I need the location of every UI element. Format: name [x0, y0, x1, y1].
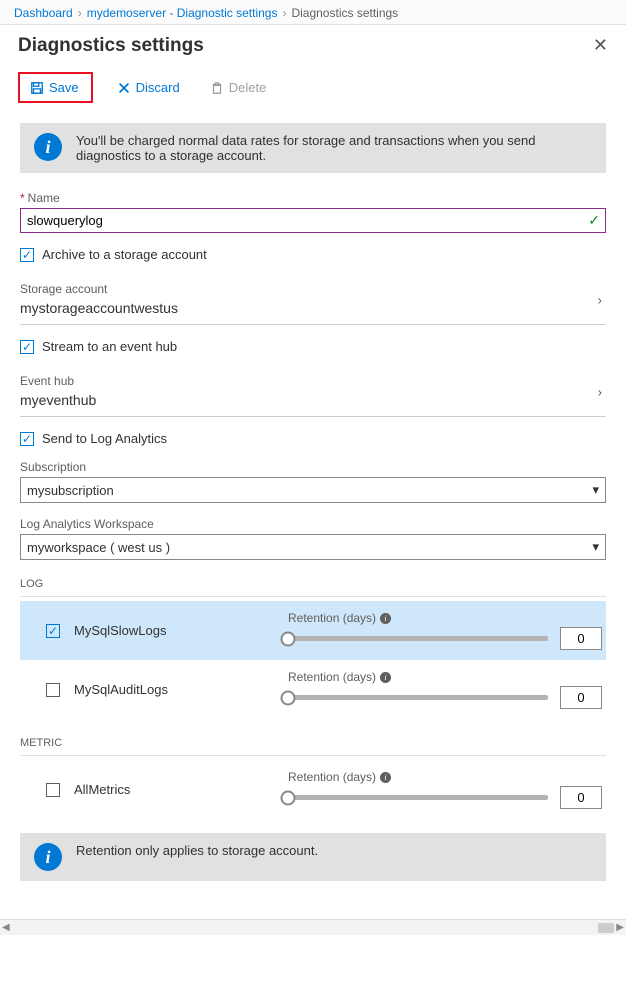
log-row-mysqlauditlogs: MySqlAuditLogs Retention (days) i — [20, 660, 606, 719]
la-checkbox-row[interactable]: Send to Log Analytics — [20, 431, 606, 446]
close-icon[interactable]: ✕ — [589, 31, 612, 60]
horizontal-scrollbar[interactable]: ◀ ▶ — [0, 919, 626, 935]
retention-label: Retention (days) i — [288, 770, 602, 784]
slider-thumb[interactable] — [281, 790, 296, 805]
discard-icon — [117, 81, 131, 95]
scroll-left-icon[interactable]: ◀ — [2, 922, 10, 933]
retention-slider[interactable] — [288, 636, 548, 641]
chevron-right-icon: › — [282, 6, 286, 20]
chevron-right-icon: › — [598, 293, 602, 308]
save-button-highlight: Save — [18, 72, 93, 103]
metric-section-header: METRIC — [20, 737, 606, 756]
required-star: * — [20, 191, 25, 205]
toolbar: Save Discard Delete — [0, 66, 626, 113]
retention-slider[interactable] — [288, 795, 548, 800]
workspace-label: Log Analytics Workspace — [20, 517, 606, 531]
metric-name: AllMetrics — [74, 782, 274, 797]
breadcrumb-server[interactable]: mydemoserver - Diagnostic settings — [87, 6, 278, 20]
info-icon[interactable]: i — [380, 772, 391, 783]
retention-input[interactable] — [560, 786, 602, 809]
workspace-select[interactable]: myworkspace ( west us ) ▾ — [20, 534, 606, 560]
breadcrumb: Dashboard › mydemoserver - Diagnostic se… — [0, 0, 626, 25]
info-text: Retention only applies to storage accoun… — [76, 843, 318, 858]
chevron-right-icon: › — [598, 385, 602, 400]
storage-account-picker[interactable]: Storage account mystorageaccountwestus › — [20, 276, 606, 325]
event-hub-label: Event hub — [20, 374, 606, 388]
name-label: *Name — [20, 191, 606, 205]
storage-account-value: mystorageaccountwestus — [20, 300, 606, 316]
la-label: Send to Log Analytics — [42, 431, 167, 446]
la-checkbox[interactable] — [20, 432, 34, 446]
workspace-value: myworkspace ( west us ) — [27, 540, 170, 555]
delete-label: Delete — [229, 80, 267, 95]
breadcrumb-dashboard[interactable]: Dashboard — [14, 6, 73, 20]
event-hub-value: myeventhub — [20, 392, 606, 408]
info-icon: i — [34, 133, 62, 161]
scroll-right-icon[interactable]: ▶ — [616, 922, 624, 933]
stream-checkbox[interactable] — [20, 340, 34, 354]
breadcrumb-current: Diagnostics settings — [291, 6, 398, 20]
save-label: Save — [49, 80, 79, 95]
save-button[interactable]: Save — [24, 76, 85, 99]
metric-checkbox[interactable] — [46, 783, 60, 797]
metric-row-allmetrics: AllMetrics Retention (days) i — [20, 760, 606, 819]
blade-header: Diagnostics settings ✕ — [0, 25, 626, 66]
log-name: MySqlSlowLogs — [74, 623, 274, 638]
scrollbar-thumb[interactable] — [598, 923, 614, 933]
storage-account-label: Storage account — [20, 282, 606, 296]
log-checkbox[interactable] — [46, 683, 60, 697]
page-title: Diagnostics settings — [18, 35, 204, 57]
retention-slider[interactable] — [288, 695, 548, 700]
info-text: You'll be charged normal data rates for … — [76, 133, 592, 163]
save-icon — [30, 81, 44, 95]
discard-button[interactable]: Discard — [111, 76, 186, 99]
discard-label: Discard — [136, 80, 180, 95]
delete-icon — [210, 81, 224, 95]
log-section-header: LOG — [20, 578, 606, 597]
subscription-select[interactable]: mysubscription ▾ — [20, 477, 606, 503]
slider-thumb[interactable] — [281, 690, 296, 705]
archive-label: Archive to a storage account — [42, 247, 207, 262]
retention-input[interactable] — [560, 686, 602, 709]
chevron-down-icon: ▾ — [592, 539, 599, 555]
archive-checkbox-row[interactable]: Archive to a storage account — [20, 247, 606, 262]
event-hub-picker[interactable]: Event hub myeventhub › — [20, 368, 606, 417]
log-name: MySqlAuditLogs — [74, 682, 274, 697]
stream-checkbox-row[interactable]: Stream to an event hub — [20, 339, 606, 354]
stream-label: Stream to an event hub — [42, 339, 177, 354]
archive-checkbox[interactable] — [20, 248, 34, 262]
chevron-down-icon: ▾ — [592, 482, 599, 498]
log-checkbox[interactable] — [46, 624, 60, 638]
delete-button: Delete — [204, 76, 273, 99]
chevron-right-icon: › — [78, 6, 82, 20]
subscription-label: Subscription — [20, 460, 606, 474]
subscription-value: mysubscription — [27, 483, 114, 498]
info-banner-rates: i You'll be charged normal data rates fo… — [20, 123, 606, 173]
slider-thumb[interactable] — [281, 631, 296, 646]
log-row-mysqlslowlogs: MySqlSlowLogs Retention (days) i — [20, 601, 606, 660]
info-icon[interactable]: i — [380, 672, 391, 683]
info-icon[interactable]: i — [380, 613, 391, 624]
retention-label: Retention (days) i — [288, 670, 602, 684]
name-input[interactable] — [20, 208, 606, 233]
info-icon: i — [34, 843, 62, 871]
retention-label: Retention (days) i — [288, 611, 602, 625]
retention-input[interactable] — [560, 627, 602, 650]
info-banner-retention: i Retention only applies to storage acco… — [20, 833, 606, 881]
